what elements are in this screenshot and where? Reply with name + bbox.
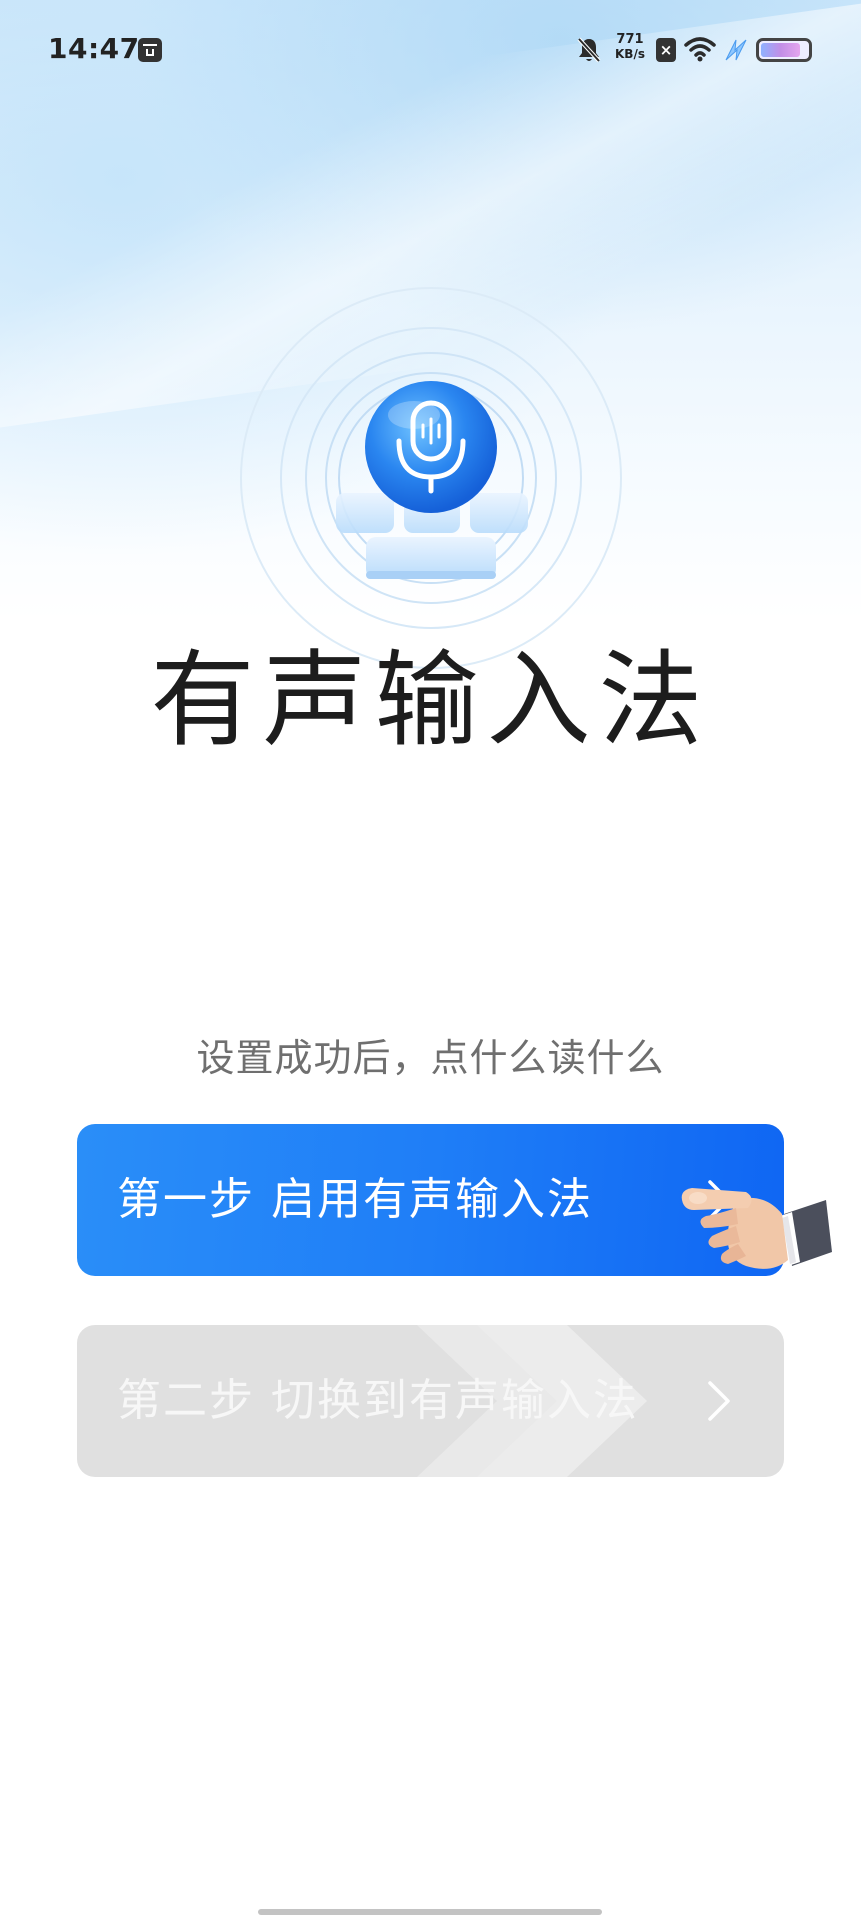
network-speed-unit: KB/s [615, 47, 645, 61]
sim-icon: × [656, 38, 676, 62]
status-time: 14:47 [48, 32, 140, 65]
step-1-label: 第一步 启用有声输入法 [117, 1174, 593, 1225]
app-notification-icon [138, 38, 162, 62]
status-bar: 14:47 771 KB/s × [0, 0, 861, 100]
battery-icon [756, 38, 812, 62]
chevron-right-icon [708, 1381, 730, 1421]
step-2-label: 第二步 切换到有声输入法 [117, 1375, 639, 1426]
step-2-switch-button[interactable]: 第二步 切换到有声输入法 [77, 1325, 784, 1477]
charging-icon [725, 39, 747, 61]
screen: 14:47 771 KB/s × 有声输入法 设置成功后，点什么读什么 第一步 … [0, 0, 861, 1920]
microphone-keyboard-logo [240, 287, 622, 669]
home-indicator[interactable] [258, 1909, 602, 1915]
bell-off-icon [577, 37, 601, 63]
network-speed: 771 KB/s [612, 32, 648, 62]
app-title: 有声输入法 [150, 639, 711, 761]
hand-pointer-icon [681, 1188, 832, 1269]
network-speed-value: 771 [616, 32, 644, 47]
battery-level-fill [761, 43, 800, 57]
wifi-icon [684, 37, 716, 62]
instruction-text: 设置成功后，点什么读什么 [196, 1036, 665, 1080]
